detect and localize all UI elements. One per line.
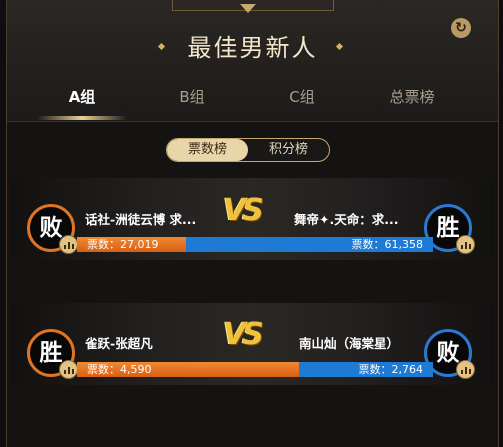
left-player-name[interactable]: 话社-洲徒云博 求... — [85, 209, 196, 228]
match-card-1: 败 胜 话社-洲徒云博 求... VS 舞帝✦.天命：求... 票数：27,01… — [11, 178, 494, 260]
bar-chart-icon[interactable] — [456, 360, 475, 379]
tab-b[interactable]: B组 — [147, 86, 237, 107]
page-title: 最佳男新人 — [187, 34, 318, 62]
ranking-panel: 最佳男新人 ↻ A组 B组 C组 总票榜 票数榜 积分榜 败 胜 话社-洲徒云博… — [6, 0, 499, 447]
rank-toggle: 票数榜 积分榜 — [166, 138, 330, 162]
vote-bar: 票数：27,019 票数：61,358 — [77, 237, 433, 252]
vs-logo: VS — [223, 317, 264, 352]
right-player-name[interactable]: 南山灿（海棠星） — [299, 333, 399, 352]
group-tabs: A组 B组 C组 总票榜 — [7, 78, 498, 122]
vs-logo: VS — [223, 193, 264, 228]
right-vote-count: 票数：2,764 — [358, 363, 424, 376]
tab-a[interactable]: A组 — [37, 86, 127, 107]
match-card-2: 胜 败 雀跃-张超凡 VS 南山灿（海棠星） 票数：4,590 票数：2,764 — [11, 303, 494, 385]
toggle-points[interactable]: 积分榜 — [248, 139, 329, 161]
collapse-arrow-icon[interactable] — [240, 4, 256, 13]
toggle-votes[interactable]: 票数榜 — [167, 139, 248, 161]
bar-chart-icon[interactable] — [59, 360, 78, 379]
left-vote-count: 票数：4,590 — [87, 363, 152, 376]
right-vote-count: 票数：61,358 — [351, 238, 424, 251]
left-vote-count: 票数：27,019 — [87, 238, 159, 251]
vote-bar: 票数：4,590 票数：2,764 — [77, 362, 433, 377]
tab-total[interactable]: 总票榜 — [367, 86, 457, 107]
left-result-badge: 胜 — [27, 329, 78, 379]
left-result-badge: 败 — [27, 204, 78, 254]
bar-chart-icon[interactable] — [59, 235, 78, 254]
bar-chart-icon[interactable] — [456, 235, 475, 254]
tab-c[interactable]: C组 — [257, 86, 347, 107]
right-player-name[interactable]: 舞帝✦.天命：求... — [294, 209, 398, 228]
active-tab-indicator — [37, 116, 127, 120]
content-area — [7, 122, 498, 447]
refresh-icon[interactable]: ↻ — [451, 18, 471, 38]
left-player-name[interactable]: 雀跃-张超凡 — [85, 333, 153, 352]
